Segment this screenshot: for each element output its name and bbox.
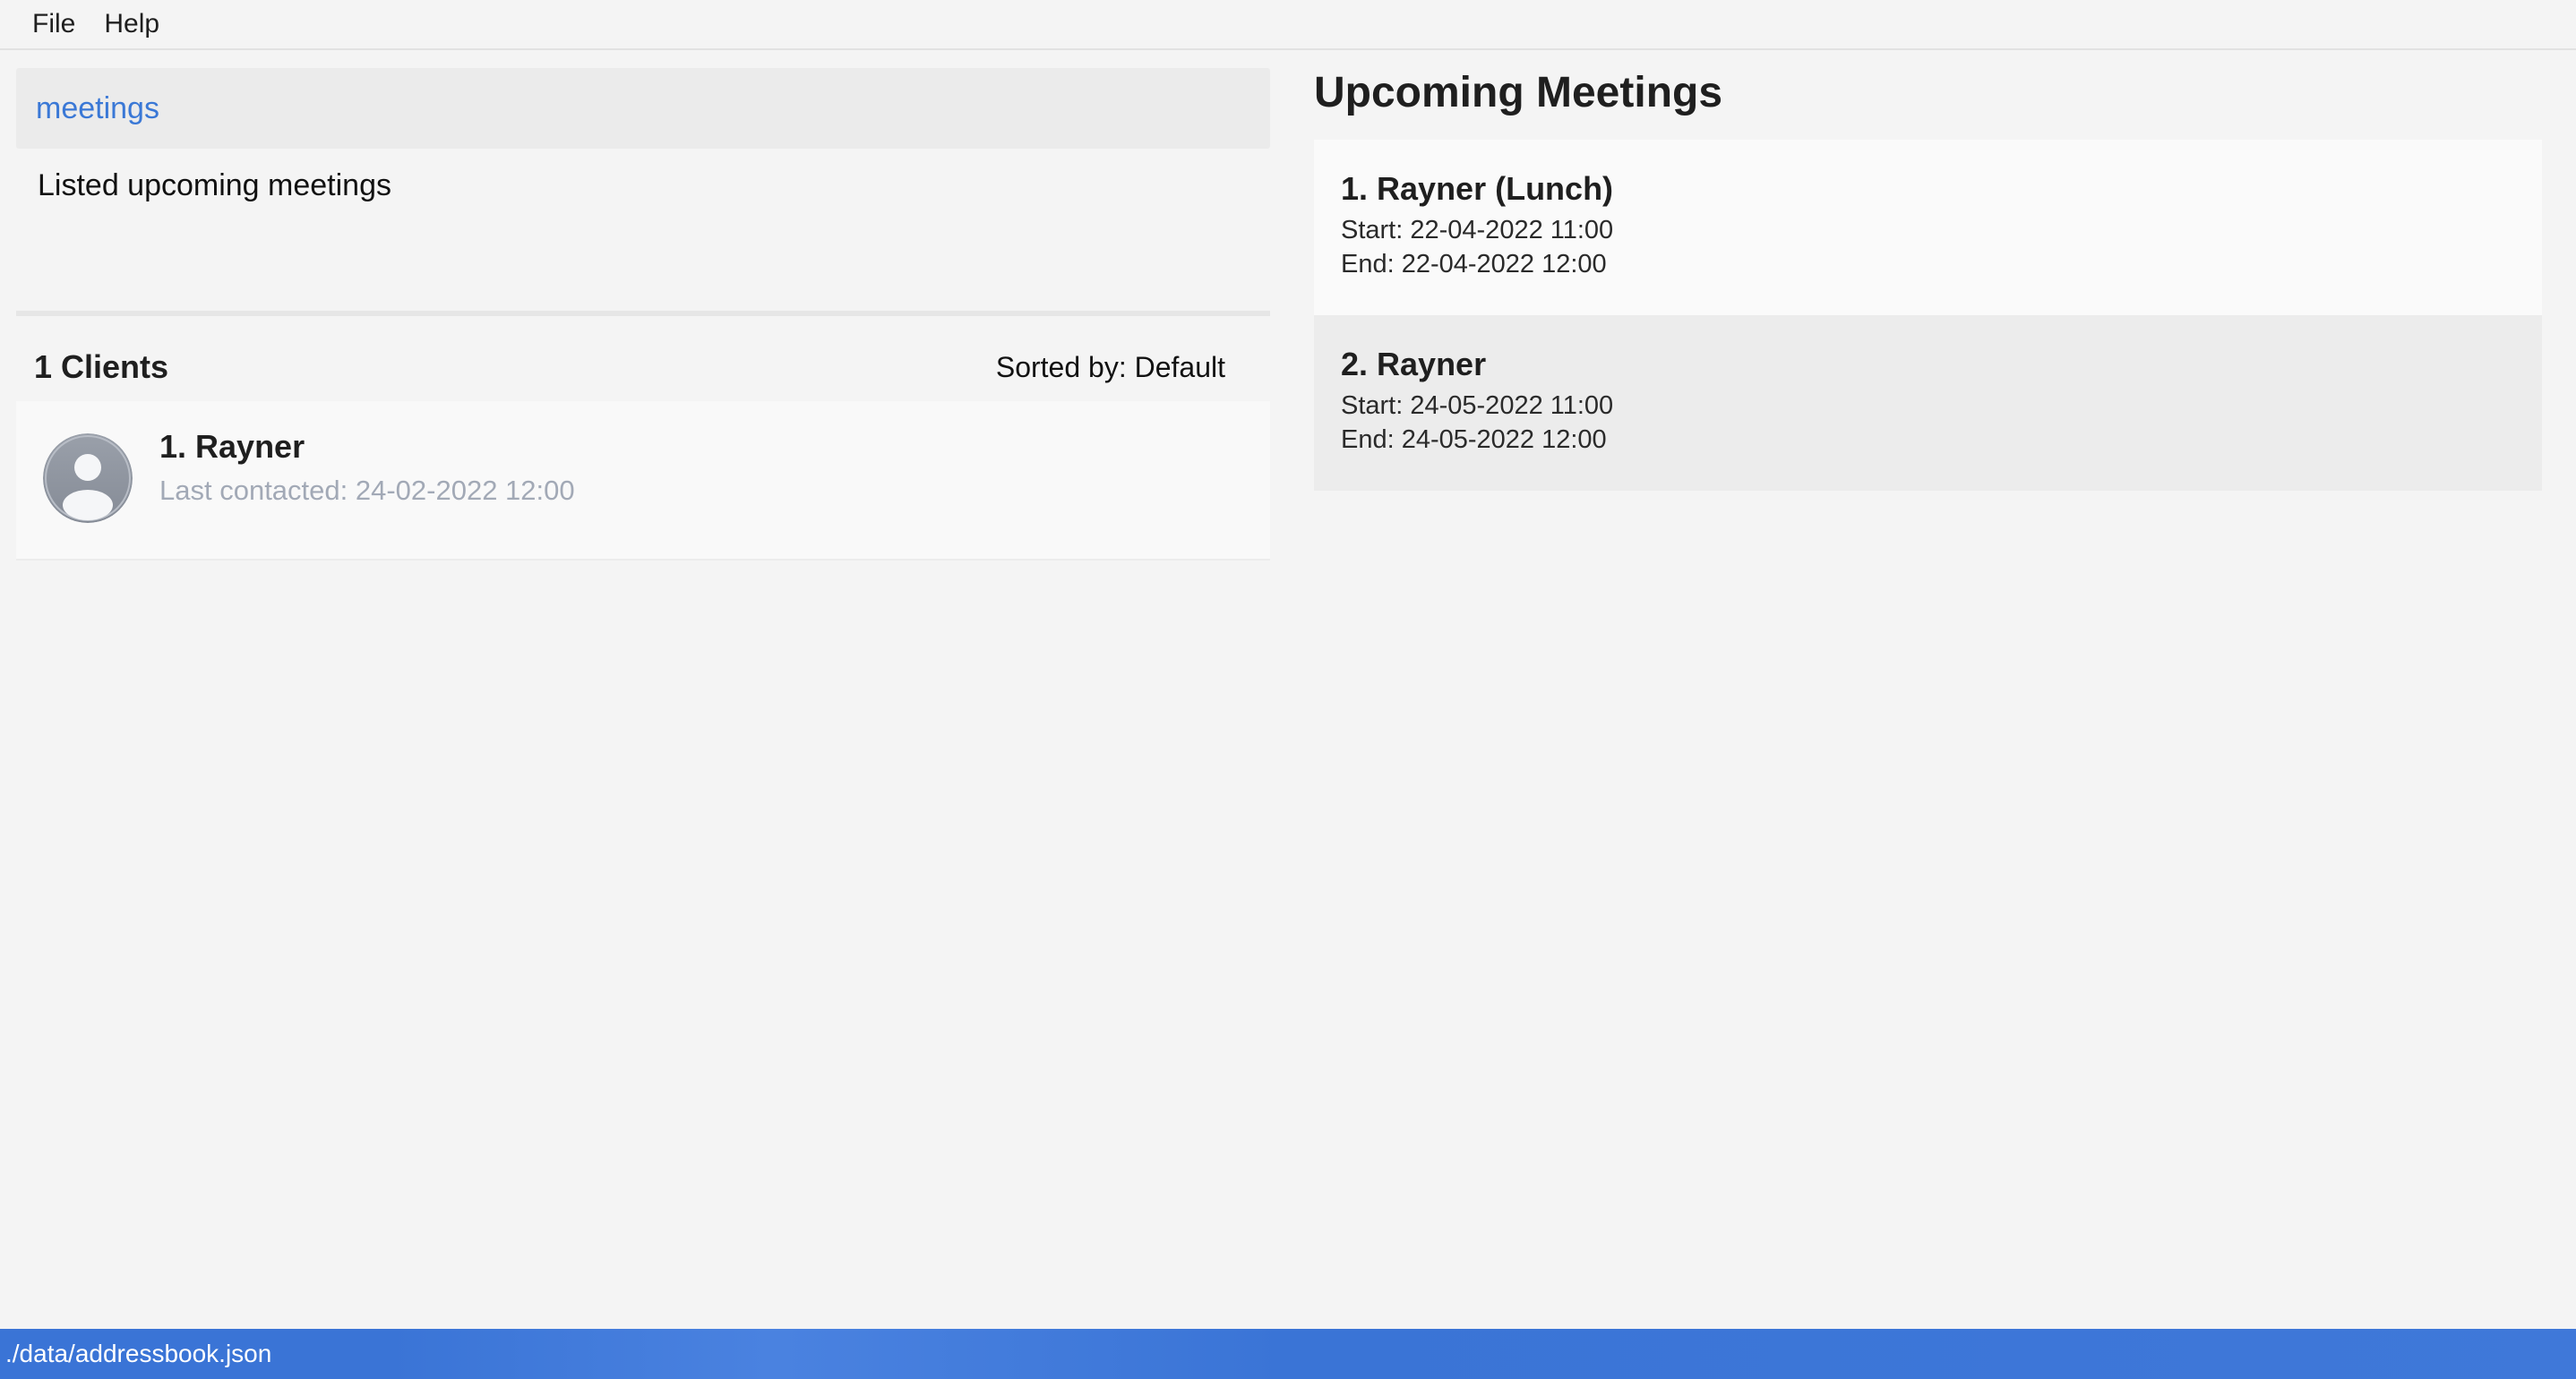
- sorted-by-label: Sorted by: Default: [995, 350, 1225, 383]
- result-display: Listed upcoming meetings: [16, 158, 1270, 312]
- meeting-end: End: 22-04-2022 12:00: [1341, 250, 1607, 278]
- client-last-contacted: Last contacted: 24-02-2022 12:00: [159, 475, 575, 506]
- meeting-name: 2. Rayner: [1341, 346, 1487, 382]
- command-input[interactable]: meetings: [16, 68, 1270, 149]
- clients-count: 1 Clients: [34, 348, 169, 385]
- client-list-item[interactable]: 1. Rayner Last contacted: 24-02-2022 12:…: [16, 401, 1270, 561]
- meeting-start: Start: 24-05-2022 11:00: [1341, 391, 1614, 420]
- menu-bar: File Help: [0, 0, 2576, 50]
- menu-file[interactable]: File: [18, 0, 90, 49]
- client-name: 1. Rayner: [159, 428, 305, 465]
- data-file-path: ./data/addressbook.json: [5, 1340, 272, 1367]
- person-avatar-icon: [43, 433, 133, 523]
- app-window: File Help meetings Listed upcoming meeti…: [0, 0, 2576, 1379]
- meeting-end: End: 24-05-2022 12:00: [1341, 425, 1607, 454]
- meeting-list-item[interactable]: 1. Rayner (Lunch) Start: 22-04-2022 11:0…: [1314, 140, 2542, 315]
- meeting-name: 1. Rayner (Lunch): [1341, 170, 1614, 207]
- status-bar: ./data/addressbook.json: [0, 1329, 2576, 1379]
- panel-divider: [16, 311, 1270, 316]
- menu-help[interactable]: Help: [90, 0, 174, 49]
- meeting-list-item[interactable]: 2. Rayner Start: 24-05-2022 11:00 End: 2…: [1314, 315, 2542, 491]
- result-text: Listed upcoming meetings: [38, 168, 392, 202]
- command-text: meetings: [36, 90, 159, 125]
- clients-header: 1 Clients Sorted by: Default: [16, 340, 1270, 394]
- meetings-title: Upcoming Meetings: [1314, 69, 1723, 116]
- meeting-start: Start: 22-04-2022 11:00: [1341, 216, 1614, 244]
